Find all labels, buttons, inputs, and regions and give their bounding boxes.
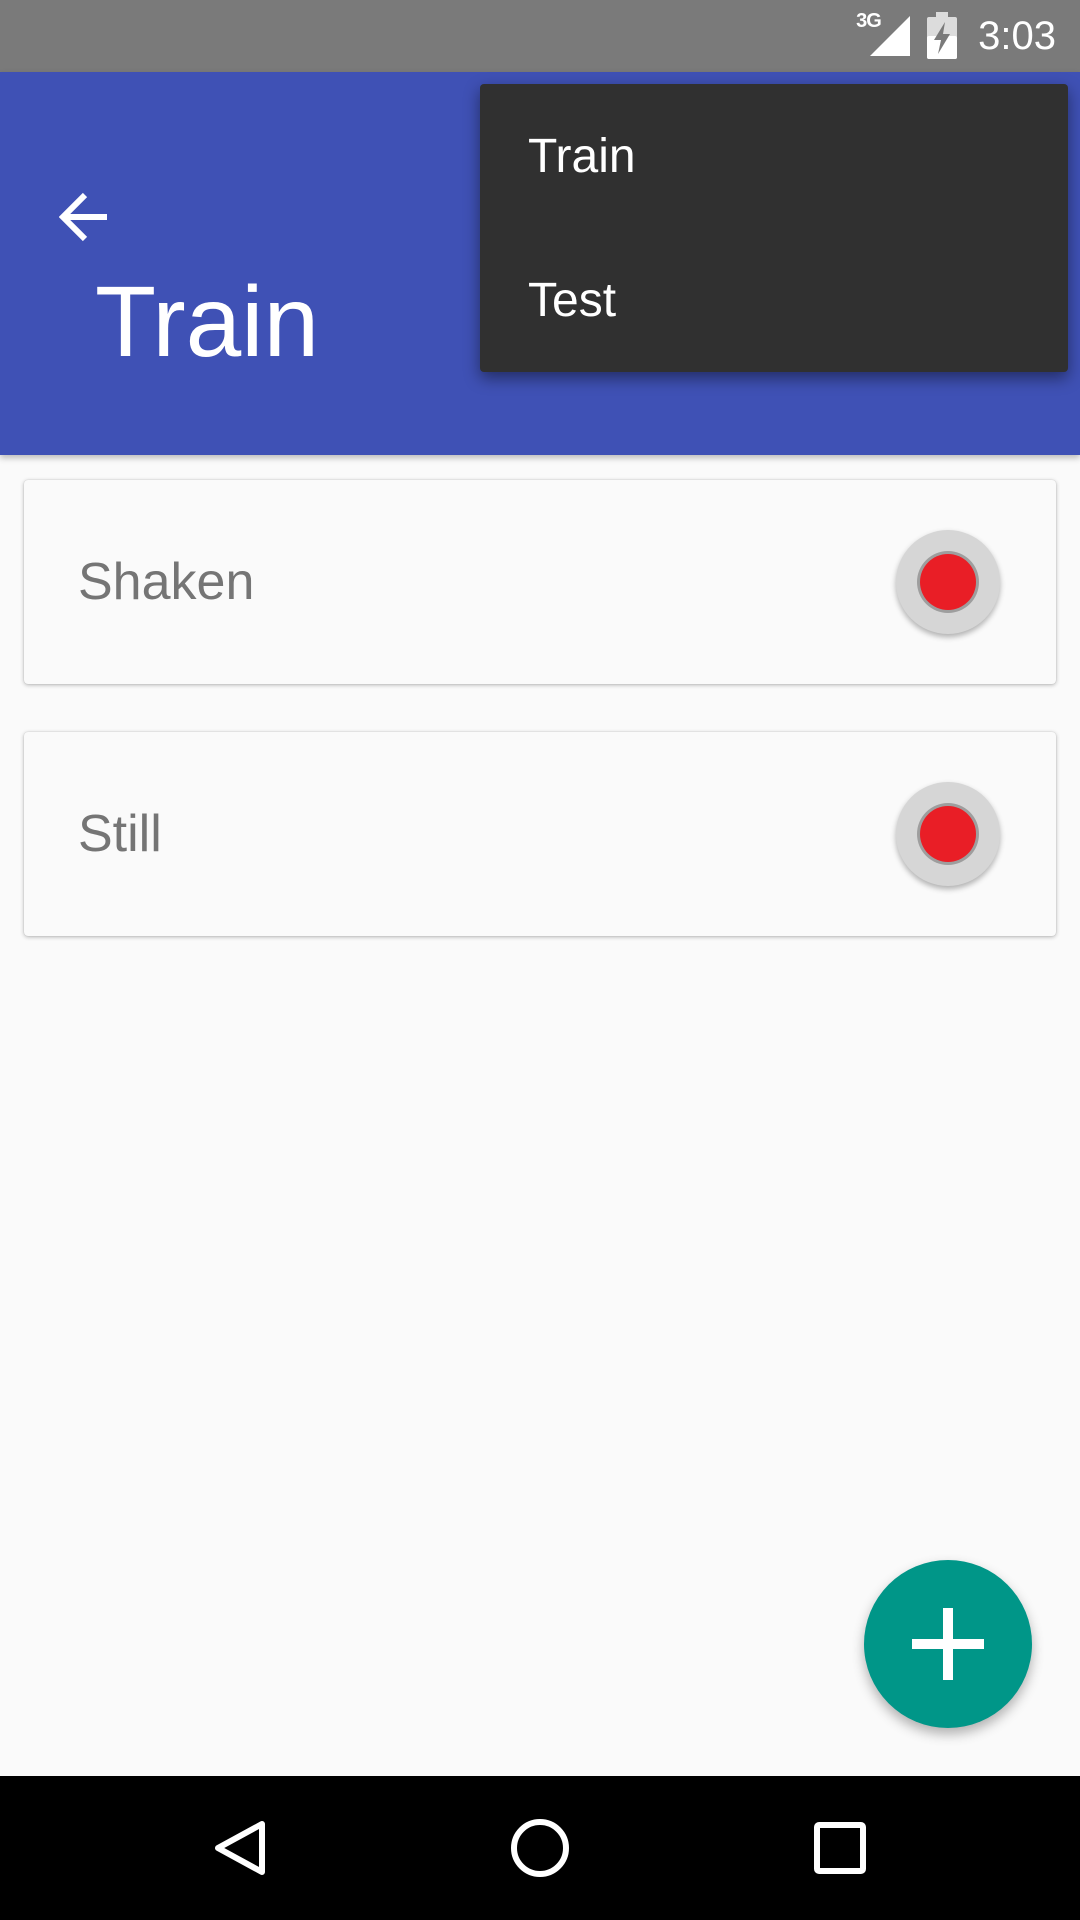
menu-item-label: Train xyxy=(528,129,636,183)
menu-item-test[interactable]: Test xyxy=(480,228,1068,372)
back-triangle-icon xyxy=(215,1821,265,1875)
record-icon xyxy=(920,554,976,610)
overflow-menu: Train Test xyxy=(480,84,1068,372)
record-icon xyxy=(920,806,976,862)
list-item[interactable]: Still xyxy=(24,732,1056,936)
list-item-label: Shaken xyxy=(78,553,255,611)
nav-recents-button[interactable] xyxy=(790,1798,890,1898)
arrow-back-icon xyxy=(59,192,107,242)
list-item-label: Still xyxy=(78,805,162,863)
list-item[interactable]: Shaken xyxy=(24,480,1056,684)
back-button[interactable] xyxy=(40,172,130,262)
nav-home-button[interactable] xyxy=(490,1798,590,1898)
status-icons: 3G 3:03 xyxy=(856,0,1056,72)
status-bar: 3G 3:03 xyxy=(0,0,1080,72)
battery-charging-icon xyxy=(927,12,958,59)
add-button[interactable] xyxy=(864,1560,1032,1728)
recents-square-icon xyxy=(814,1822,866,1874)
menu-item-train[interactable]: Train xyxy=(480,84,1068,228)
record-button[interactable] xyxy=(896,782,1000,886)
menu-item-label: Test xyxy=(528,273,617,327)
clock: 3:03 xyxy=(978,13,1056,58)
signal-indicator: 3G xyxy=(856,10,912,60)
add-icon xyxy=(912,1608,984,1680)
home-circle-icon xyxy=(511,1819,569,1877)
navigation-bar xyxy=(0,1776,1080,1920)
record-button[interactable] xyxy=(896,530,1000,634)
page-title: Train xyxy=(95,266,320,378)
signal-icon xyxy=(870,16,911,56)
nav-back-button[interactable] xyxy=(190,1798,290,1898)
